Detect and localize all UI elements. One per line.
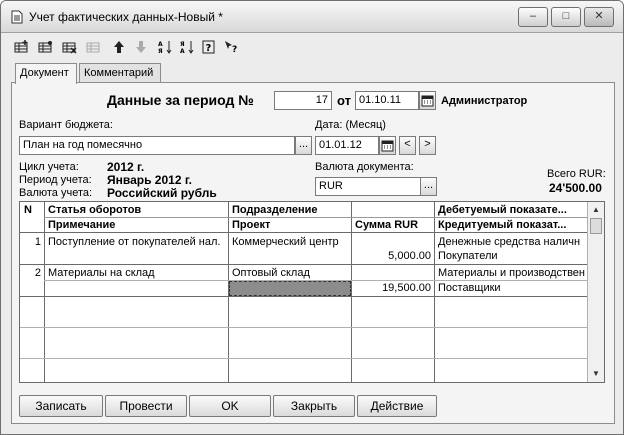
close-window-button[interactable]: ✕ [584, 7, 614, 27]
table-row-division[interactable]: Оптовый склад [230, 266, 350, 280]
table-row-sum[interactable]: 19,500.00 [353, 281, 433, 295]
table-row-debit[interactable]: Денежные средства наличн [436, 235, 586, 249]
sort-ascending-icon[interactable]: AЯ [155, 37, 175, 57]
accounting-period-label: Период учета: [19, 174, 92, 186]
calendar-icon [421, 95, 434, 107]
write-button[interactable]: Записать [19, 395, 103, 417]
copy-row-icon[interactable] [35, 37, 55, 57]
document-number-field[interactable]: 17 [274, 91, 332, 110]
minimize-button[interactable]: – [518, 7, 548, 27]
scroll-up-icon[interactable]: ▲ [588, 203, 604, 217]
table-row-division[interactable]: Коммерческий центр [230, 235, 350, 249]
move-up-icon[interactable] [109, 37, 129, 57]
cycle-value: 2012 г. [107, 160, 145, 174]
header-division[interactable]: Подразделение [230, 203, 350, 217]
next-month-button[interactable]: > [419, 136, 436, 155]
accounting-period-value: Январь 2012 г. [107, 173, 192, 187]
svg-text:A: A [180, 48, 185, 55]
document-icon [11, 10, 23, 24]
svg-text:Я: Я [158, 48, 163, 55]
table-row-project-selected[interactable] [229, 281, 351, 296]
maximize-button[interactable]: □ [551, 7, 581, 27]
document-window: Учет фактических данных-Новый * – □ ✕ AЯ… [0, 0, 624, 435]
user-name: Администратор [441, 95, 528, 107]
table-row-article[interactable]: Поступление от покупателей нал. [46, 235, 228, 249]
table-row-credit[interactable]: Покупатели [436, 249, 586, 263]
move-down-icon [131, 37, 151, 57]
help-icon[interactable]: ? [199, 37, 219, 57]
scroll-down-icon[interactable]: ▼ [588, 367, 604, 381]
cycle-label: Цикл учета: [19, 161, 79, 173]
doc-currency-select-button[interactable]: ... [420, 177, 437, 196]
prev-month-button[interactable]: < [399, 136, 416, 155]
delete-row-icon[interactable] [59, 37, 79, 57]
budget-label: Вариант бюджета: [19, 119, 113, 131]
doc-currency-label: Валюта документа: [315, 161, 414, 173]
table-scrollbar[interactable]: ▲ ▼ [587, 202, 604, 382]
close-button[interactable]: Закрыть [273, 395, 355, 417]
header-debit[interactable]: Дебетуемый показате... [436, 203, 586, 217]
month-label: Дата: (Месяц) [315, 119, 386, 131]
from-label: от [337, 93, 351, 108]
header-project[interactable]: Проект [230, 218, 350, 232]
svg-text:Я: Я [180, 41, 185, 48]
window-title: Учет фактических данных-Новый * [29, 10, 223, 24]
table-row-number[interactable]: 2 [20, 266, 43, 280]
header-sum[interactable]: Сумма RUR [353, 218, 433, 232]
total-value: 24'500.00 [549, 181, 602, 195]
turnover-table[interactable]: N Статья оборотов Подразделение Дебетуем… [19, 201, 605, 383]
tab-document[interactable]: Документ [15, 63, 77, 84]
table-row-number[interactable]: 1 [20, 235, 43, 249]
ok-button[interactable]: OK [189, 395, 271, 417]
tab-comment[interactable]: Комментарий [79, 63, 161, 83]
edit-row-icon [83, 37, 103, 57]
header-n[interactable]: N [22, 203, 44, 217]
header-article[interactable]: Статья оборотов [46, 203, 228, 217]
svg-text:?: ? [206, 43, 212, 54]
svg-text:A: A [158, 41, 163, 48]
scroll-thumb[interactable] [590, 218, 602, 234]
total-label: Всего RUR: [547, 168, 606, 180]
header-note[interactable]: Примечание [46, 218, 228, 232]
header-credit[interactable]: Кредитуемый показат... [436, 218, 586, 232]
accounting-currency-label: Валюта учета: [19, 187, 93, 199]
budget-variant-field[interactable]: План на год помесячно [19, 136, 295, 155]
accounting-currency-value: Российский рубль [107, 186, 217, 200]
doc-currency-field[interactable]: RUR [315, 177, 421, 196]
calendar-icon [381, 140, 394, 152]
calendar-button[interactable] [419, 91, 436, 110]
action-button[interactable]: Действие [357, 395, 437, 417]
sort-descending-icon[interactable]: ЯA [177, 37, 197, 57]
document-date-field[interactable]: 01.10.11 [355, 91, 419, 110]
period-label: Данные за период № [107, 92, 254, 108]
table-row-sum[interactable]: 5,000.00 [353, 249, 433, 263]
table-row-article[interactable]: Материалы на склад [46, 266, 228, 280]
add-row-icon[interactable] [11, 37, 31, 57]
context-help-icon[interactable]: ? [221, 37, 241, 57]
post-button[interactable]: Провести [105, 395, 187, 417]
title-bar[interactable]: Учет фактических данных-Новый * – □ ✕ [1, 1, 623, 33]
month-field[interactable]: 01.01.12 [315, 136, 379, 155]
budget-select-button[interactable]: ... [295, 136, 312, 155]
svg-text:?: ? [232, 45, 237, 55]
table-row-credit[interactable]: Поставщики [436, 281, 586, 295]
table-row-debit[interactable]: Материалы и производствен [436, 266, 586, 280]
month-calendar-button[interactable] [379, 136, 396, 155]
